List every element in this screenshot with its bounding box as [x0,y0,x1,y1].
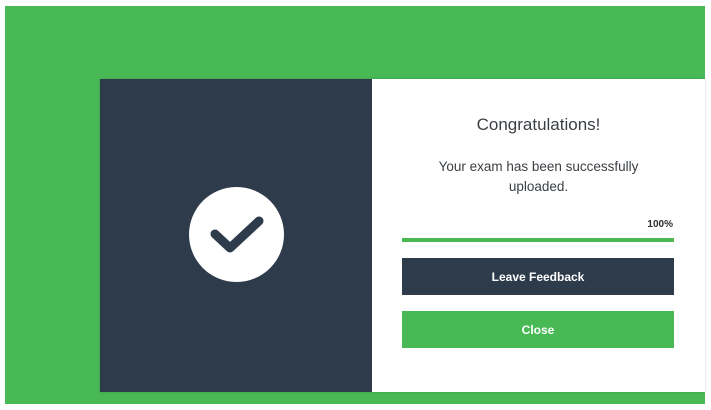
dialog-message: Your exam has been successfully uploaded… [438,159,639,194]
success-badge [189,187,284,282]
dialog-icon-panel [100,79,372,392]
checkmark-icon [210,216,263,252]
close-button[interactable]: Close [402,311,674,348]
dialog-title: Congratulations! [476,115,601,134]
upload-progress-fill [402,238,674,242]
upload-progress-bar [402,238,674,242]
leave-feedback-button[interactable]: Leave Feedback [402,258,674,295]
upload-success-dialog: Congratulations! Your exam has been succ… [100,79,705,392]
dialog-content-panel: Congratulations! Your exam has been succ… [372,79,705,392]
progress-percent-label: 100% [647,219,673,230]
